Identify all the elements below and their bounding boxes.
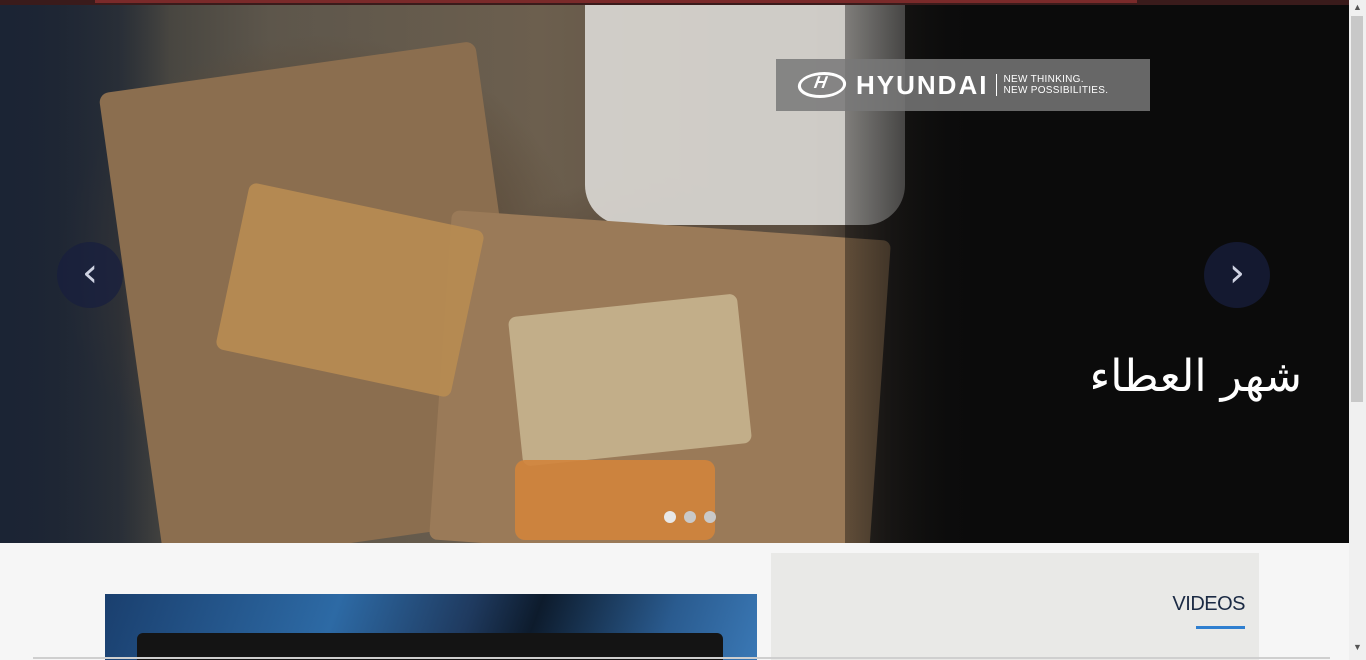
hero-carousel: HYUNDAI NEW THINKING. NEW POSSIBILITIES.… [0,5,1349,543]
horizontal-scrollbar-track [33,657,1330,659]
scroll-up-icon[interactable]: ▲ [1353,2,1362,12]
top-bar-accent [95,0,1137,3]
carousel-dot-2[interactable] [684,511,696,523]
hero-image-apricots [515,460,715,540]
hyundai-logo-icon [795,72,849,98]
carousel-next-button[interactable]: › [1204,242,1270,308]
carousel-dot-3[interactable] [704,511,716,523]
brand-tagline-line-2: NEW POSSIBILITIES. [1003,85,1109,96]
brand-separator [996,74,998,96]
brand-tagline: NEW THINKING. NEW POSSIBILITIES. [1003,74,1108,96]
chevron-right-icon: › [1229,250,1245,296]
video-thumbnail[interactable] [105,594,757,660]
carousel-dot-1[interactable] [664,511,676,523]
videos-heading: VIDEOS [1172,593,1245,615]
brand-name: HYUNDAI [856,69,989,100]
slide-caption: شهر العطاء [1089,351,1302,402]
videos-heading-underline [1196,626,1245,629]
scrollbar-thumb[interactable] [1351,16,1363,402]
chevron-left-icon: ‹ [82,250,98,296]
video-overlay-bar [137,633,723,660]
scroll-down-icon[interactable]: ▼ [1353,642,1362,652]
hyundai-brand-badge: HYUNDAI NEW THINKING. NEW POSSIBILITIES. [776,59,1150,111]
hero-image-food-tray [507,293,753,467]
carousel-indicators [664,511,716,523]
brand-tagline-line-1: NEW THINKING. [1003,74,1084,85]
vertical-scrollbar[interactable]: ▲ ▼ [1349,0,1366,660]
carousel-prev-button[interactable]: ‹ [57,242,123,308]
